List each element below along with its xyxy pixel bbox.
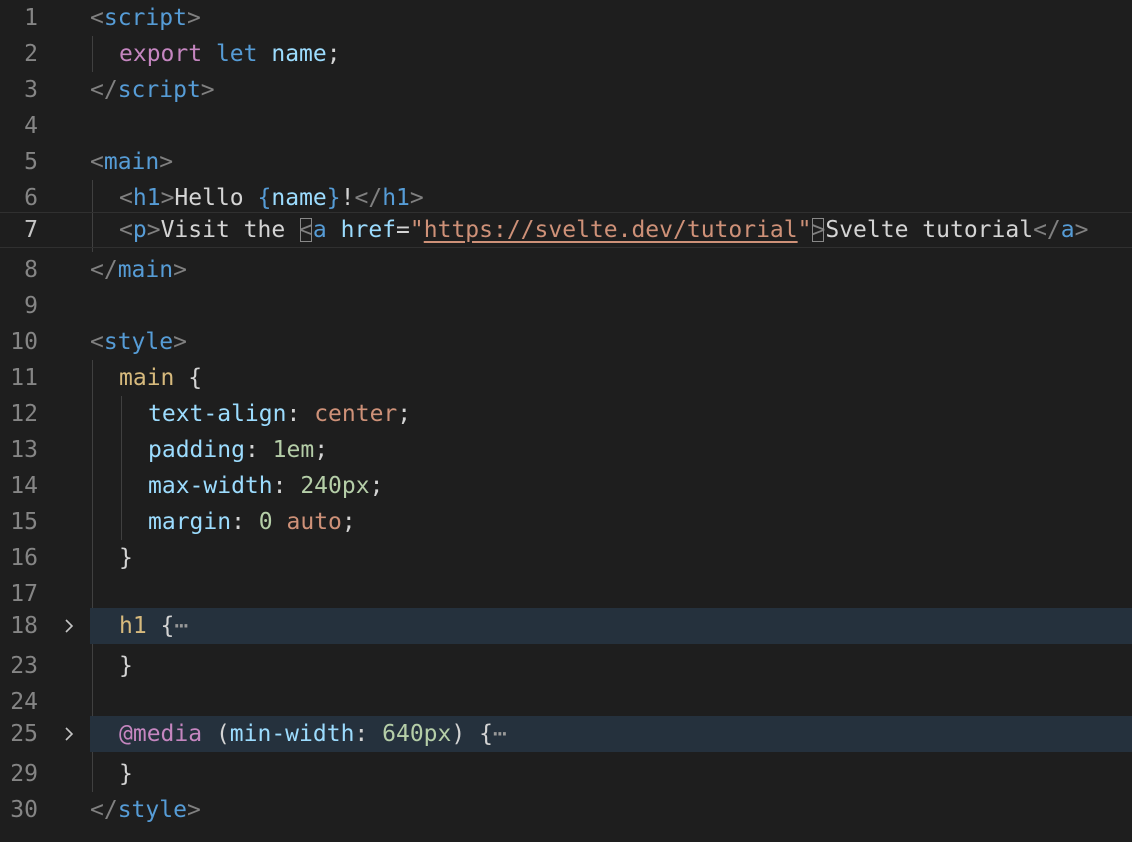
line-number: 9 bbox=[24, 293, 38, 319]
link-url[interactable]: https://svelte.dev/tutorial bbox=[424, 217, 798, 243]
line-number: 14 bbox=[10, 473, 38, 499]
line-number: 1 bbox=[24, 5, 38, 31]
chevron-right-icon[interactable] bbox=[62, 619, 76, 633]
code-line[interactable]: 10 <style> bbox=[0, 324, 1132, 360]
code-line[interactable]: 5 <main> bbox=[0, 144, 1132, 180]
code-text[interactable]: } bbox=[119, 648, 133, 684]
code-line[interactable]: 23 } bbox=[0, 648, 1132, 684]
code-line[interactable]: 1 <script> bbox=[0, 0, 1132, 36]
code-line[interactable]: 29 } bbox=[0, 756, 1132, 792]
code-text[interactable]: <style> bbox=[90, 324, 187, 360]
line-number: 7 bbox=[24, 217, 38, 243]
code-text[interactable]: </main> bbox=[90, 252, 187, 288]
line-number: 2 bbox=[24, 41, 38, 67]
line-number: 4 bbox=[24, 113, 38, 139]
code-text[interactable]: </script> bbox=[90, 72, 215, 108]
code-line[interactable]: 12 text-align: center; bbox=[0, 396, 1132, 432]
line-number: 5 bbox=[24, 149, 38, 175]
code-line-current[interactable]: 7 <p>Visit the <a href="https://svelte.d… bbox=[0, 212, 1132, 248]
code-line[interactable]: 13 padding: 1em; bbox=[0, 432, 1132, 468]
code-text[interactable]: h1 {⋯ bbox=[119, 608, 188, 644]
folded-ellipsis[interactable]: ⋯ bbox=[174, 613, 188, 639]
code-text[interactable]: max-width: 240px; bbox=[148, 468, 383, 504]
code-text[interactable]: } bbox=[119, 540, 133, 576]
code-text[interactable]: text-align: center; bbox=[148, 396, 411, 432]
code-text[interactable]: <p>Visit the <a href="https://svelte.dev… bbox=[119, 212, 1088, 248]
code-line-folded[interactable]: 25 @media (min-width: 640px) {⋯ bbox=[10, 716, 1132, 752]
code-text[interactable]: @media (min-width: 640px) {⋯ bbox=[119, 716, 507, 752]
line-number: 3 bbox=[24, 77, 38, 103]
line-number: 29 bbox=[10, 761, 38, 787]
line-number: 23 bbox=[10, 653, 38, 679]
line-number: 25 bbox=[10, 721, 38, 747]
chevron-right-icon[interactable] bbox=[62, 727, 76, 741]
line-number: 15 bbox=[10, 509, 38, 535]
line-number: 13 bbox=[10, 437, 38, 463]
line-number: 18 bbox=[10, 613, 38, 639]
line-number: 8 bbox=[24, 257, 38, 283]
code-text[interactable]: <script> bbox=[90, 0, 201, 36]
code-line[interactable]: 4 bbox=[0, 108, 1132, 144]
code-line[interactable]: 15 margin: 0 auto; bbox=[0, 504, 1132, 540]
code-line[interactable]: 6 <h1>Hello {name}!</h1> bbox=[0, 180, 1132, 216]
code-line[interactable]: 16 } bbox=[0, 540, 1132, 576]
code-text[interactable]: export let name; bbox=[119, 36, 341, 72]
code-line[interactable]: 30 </style> bbox=[0, 792, 1132, 828]
line-number: 17 bbox=[10, 581, 38, 607]
code-line[interactable]: 3 </script> bbox=[0, 72, 1132, 108]
line-number: 11 bbox=[10, 365, 38, 391]
code-line[interactable]: 17 bbox=[0, 576, 1132, 612]
code-text[interactable]: } bbox=[119, 756, 133, 792]
matching-bracket: < bbox=[299, 217, 313, 243]
line-number: 30 bbox=[10, 797, 38, 823]
code-line[interactable]: 11 main { bbox=[0, 360, 1132, 396]
code-line[interactable]: 8 </main> bbox=[0, 252, 1132, 288]
line-number: 24 bbox=[10, 689, 38, 715]
code-text[interactable]: <h1>Hello {name}!</h1> bbox=[119, 180, 424, 216]
line-number: 6 bbox=[24, 185, 38, 211]
line-number: 10 bbox=[10, 329, 38, 355]
code-text[interactable]: <main> bbox=[90, 144, 173, 180]
code-text[interactable]: margin: 0 auto; bbox=[148, 504, 356, 540]
code-text[interactable]: padding: 1em; bbox=[148, 432, 328, 468]
code-line[interactable]: 2 export let name; bbox=[0, 36, 1132, 72]
code-line[interactable]: 24 bbox=[0, 684, 1132, 720]
folded-ellipsis[interactable]: ⋯ bbox=[493, 721, 507, 747]
code-line[interactable]: 14 max-width: 240px; bbox=[0, 468, 1132, 504]
code-line-folded[interactable]: 18 h1 {⋯ bbox=[10, 608, 1132, 644]
code-editor[interactable]: 1 <script> 2 export let name; 3 </script… bbox=[0, 0, 1132, 842]
line-number: 16 bbox=[10, 545, 38, 571]
code-text[interactable]: main { bbox=[119, 360, 202, 396]
code-line[interactable]: 9 bbox=[0, 288, 1132, 324]
matching-bracket: > bbox=[811, 217, 826, 243]
code-text[interactable]: </style> bbox=[90, 792, 201, 828]
line-number: 12 bbox=[10, 401, 38, 427]
